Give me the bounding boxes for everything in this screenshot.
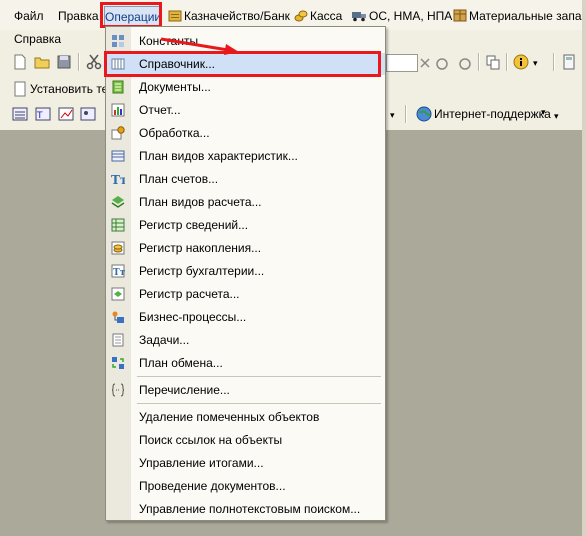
app-window: Файл Правка Операции Казначейство/Банк К… — [0, 0, 586, 536]
annotation-arrow — [160, 37, 239, 55]
